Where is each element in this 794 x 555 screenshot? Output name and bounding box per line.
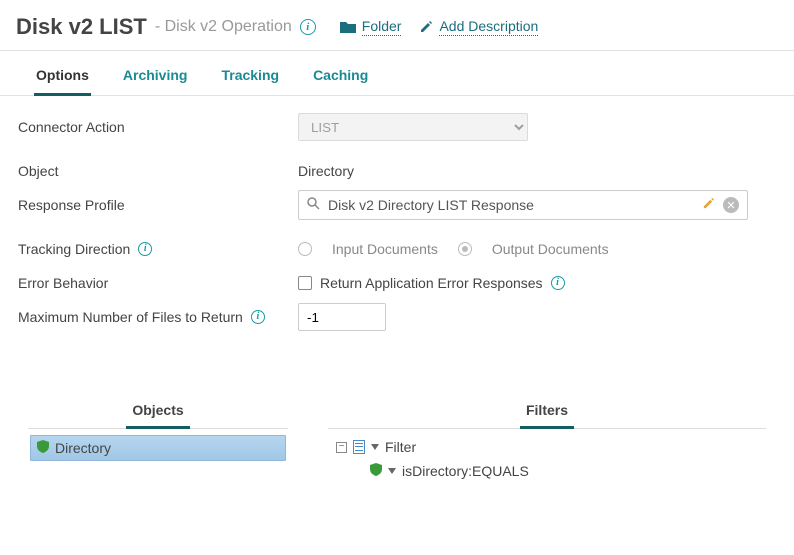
add-description-action[interactable]: Add Description (419, 18, 538, 36)
filters-tab[interactable]: Filters (520, 396, 574, 429)
tab-options[interactable]: Options (34, 61, 91, 96)
info-icon[interactable]: i (251, 310, 265, 324)
max-files-label: Maximum Number of Files to Return i (18, 309, 298, 325)
tab-archiving[interactable]: Archiving (121, 61, 190, 95)
filters-tree: − Filter isDirectory:EQUALS (328, 429, 766, 489)
chevron-down-icon (388, 468, 396, 474)
tracking-direction-radios: Input Documents Output Documents (298, 241, 776, 257)
objects-tree: Directory (28, 429, 288, 467)
shield-icon (370, 463, 382, 479)
filter-root-label: Filter (385, 439, 416, 455)
radio-input-documents[interactable] (298, 242, 312, 256)
row-error-behavior: Error Behavior Return Application Error … (18, 266, 776, 300)
radio-output-label: Output Documents (492, 241, 609, 257)
error-behavior-checkbox[interactable] (298, 276, 312, 290)
error-behavior-label: Error Behavior (18, 275, 298, 291)
max-files-input[interactable] (298, 303, 386, 331)
response-profile-value: Disk v2 Directory LIST Response (328, 197, 694, 213)
row-max-files: Maximum Number of Files to Return i (18, 300, 776, 334)
connector-action-select: LIST (298, 113, 528, 141)
filter-child-row[interactable]: isDirectory:EQUALS (330, 459, 764, 483)
error-checkbox-label: Return Application Error Responses (320, 275, 543, 291)
chevron-down-icon (371, 444, 379, 450)
tab-caching[interactable]: Caching (311, 61, 370, 95)
connector-action-label: Connector Action (18, 119, 298, 135)
tab-tracking[interactable]: Tracking (219, 61, 281, 95)
response-profile-label: Response Profile (18, 197, 298, 213)
info-icon[interactable]: i (138, 242, 152, 256)
error-behavior-checkbox-row: Return Application Error Responses i (298, 275, 776, 291)
radio-output-documents[interactable] (458, 242, 472, 256)
pencil-icon (419, 20, 433, 34)
header-actions: Folder Add Description (340, 18, 539, 36)
filters-panel: Filters − Filter isDirectory:EQUALS (328, 396, 766, 489)
folder-link[interactable]: Folder (362, 18, 402, 36)
options-form: Connector Action LIST Object Directory R… (0, 96, 794, 340)
radio-input-label: Input Documents (332, 241, 438, 257)
lower-panels: Objects Directory Filters − Filter (0, 340, 794, 499)
tree-item-label: Directory (55, 440, 111, 456)
filter-root-row[interactable]: − Filter (330, 435, 764, 459)
filter-group-icon (353, 440, 365, 454)
row-tracking-direction: Tracking Direction i Input Documents Out… (18, 232, 776, 266)
page-header: Disk v2 LIST - Disk v2 Operation i Folde… (0, 0, 794, 51)
add-description-link[interactable]: Add Description (439, 18, 538, 36)
objects-tab[interactable]: Objects (126, 396, 189, 429)
folder-icon (340, 20, 356, 34)
objects-tree-item-directory[interactable]: Directory (30, 435, 286, 461)
filter-child-label: isDirectory:EQUALS (402, 463, 529, 479)
collapse-icon[interactable]: − (336, 442, 347, 453)
row-connector-action: Connector Action LIST (18, 110, 776, 144)
response-profile-field[interactable]: Disk v2 Directory LIST Response ✕ (298, 190, 748, 220)
main-tabs: Options Archiving Tracking Caching (0, 51, 794, 96)
shield-icon (37, 440, 49, 456)
object-label: Object (18, 163, 298, 179)
clear-profile-icon[interactable]: ✕ (723, 197, 739, 213)
folder-action[interactable]: Folder (340, 18, 402, 36)
page-title: Disk v2 LIST (16, 14, 147, 40)
row-response-profile: Response Profile Disk v2 Directory LIST … (18, 188, 776, 222)
info-icon[interactable]: i (551, 276, 565, 290)
search-icon (307, 197, 320, 213)
objects-panel: Objects Directory (28, 396, 288, 489)
info-icon[interactable]: i (300, 19, 316, 35)
page-subtitle: - Disk v2 Operation (155, 18, 292, 36)
tracking-direction-label: Tracking Direction i (18, 241, 298, 257)
row-object: Object Directory (18, 154, 776, 188)
object-value: Directory (298, 163, 776, 179)
edit-profile-icon[interactable] (702, 197, 715, 213)
